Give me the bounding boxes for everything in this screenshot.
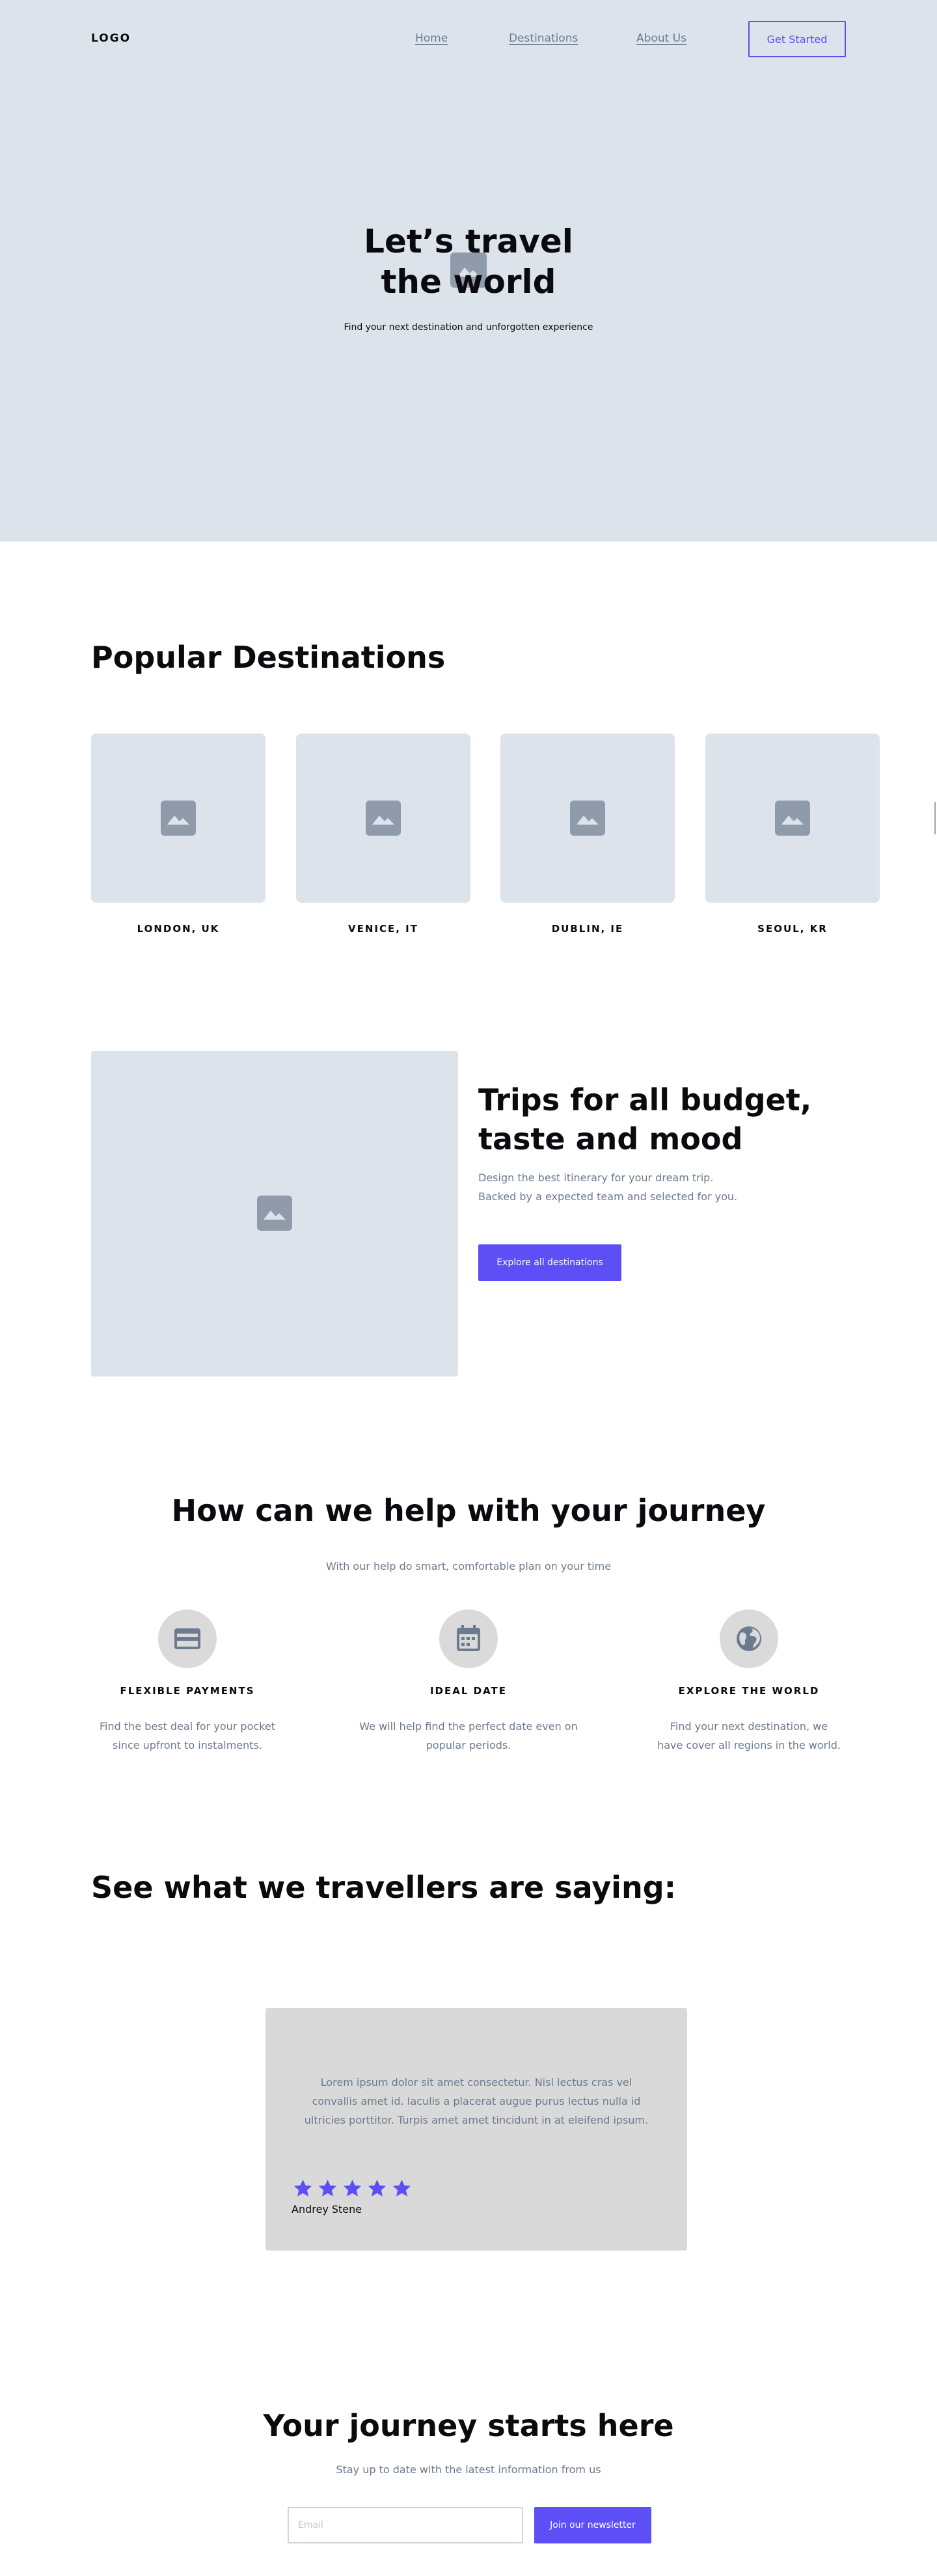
newsletter-title: Your journey starts here <box>263 2408 674 2443</box>
testimonial-quote: Lorem ipsum dolor sit amet consectetur. … <box>265 2073 687 2130</box>
testimonial-card: Lorem ipsum dolor sit amet consectetur. … <box>265 2008 687 2251</box>
trips-title-line: taste and mood <box>478 1121 743 1157</box>
trips-description-line: Design the best itinerary for your dream… <box>478 1172 714 1184</box>
destination-card-venice[interactable] <box>296 733 470 903</box>
hero-title-line: the world <box>381 263 556 301</box>
feature-description-line: since upfront to instalments. <box>113 1739 262 1751</box>
hero-section: LOGO Home Destinations About Us Get Star… <box>0 0 937 541</box>
feature-title: IDEAL DATE <box>429 1685 508 1697</box>
destination-card-dublin[interactable] <box>500 733 675 903</box>
star-icon <box>368 2179 387 2197</box>
feature-description: Find your next destination, we have cove… <box>625 1717 873 1755</box>
testimonials-title: See what we travellers are saying: <box>91 1870 677 1905</box>
destination-label[interactable]: LONDON, UK <box>91 923 265 935</box>
star-icon <box>343 2179 362 2197</box>
carousel-scroll-indicator[interactable] <box>934 802 937 834</box>
newsletter-subtitle: Stay up to date with the latest informat… <box>336 2463 601 2476</box>
feature-description-line: Find your next destination, we <box>670 1720 828 1733</box>
trips-title: Trips for all budget, taste and mood <box>478 1080 843 1158</box>
hero-title: Let’s travel the world <box>0 221 937 302</box>
star-icon <box>392 2179 411 2197</box>
destination-card-seoul[interactable] <box>705 733 880 903</box>
hero-title-line: Let’s travel <box>364 223 573 260</box>
explore-all-destinations-button[interactable]: Explore all destinations <box>478 1244 621 1281</box>
testimonial-quote-line: Lorem ipsum dolor sit amet consectetur. … <box>320 2076 632 2089</box>
globe-icon <box>720 1610 778 1668</box>
testimonial-author: Andrey Stene <box>292 2203 362 2215</box>
destination-card-london[interactable] <box>91 733 265 903</box>
image-placeholder-icon <box>257 1196 292 1231</box>
help-section-subtitle: With our help do smart, comfortable plan… <box>325 1560 612 1572</box>
logo[interactable]: LOGO <box>91 32 131 45</box>
join-newsletter-button[interactable]: Join our newsletter <box>534 2507 651 2543</box>
trips-description: Design the best itinerary for your dream… <box>478 1168 843 1206</box>
trips-description-line: Backed by a expected team and selected f… <box>478 1190 738 1203</box>
feature-description-line: have cover all regions in the world. <box>657 1739 841 1751</box>
image-placeholder-icon <box>570 801 605 836</box>
feature-description: Find the best deal for your pocket since… <box>64 1717 311 1755</box>
hero-subtitle: Find your next destination and unforgott… <box>344 322 593 333</box>
calendar-icon <box>439 1610 498 1668</box>
trips-title-line: Trips for all budget, <box>478 1082 812 1117</box>
help-section-title: How can we help with your journey <box>171 1493 766 1528</box>
nav-link-home[interactable]: Home <box>415 32 448 45</box>
feature-description: We will help find the perfect date even … <box>345 1717 592 1755</box>
destination-label[interactable]: VENICE, IT <box>296 923 470 935</box>
trips-image <box>91 1051 458 1377</box>
popular-destinations-title: Popular Destinations <box>91 640 446 675</box>
testimonial-quote-line: convallis amet id. Iaculis a placerat au… <box>312 2095 641 2107</box>
credit-card-icon <box>158 1610 217 1668</box>
nav-link-destinations[interactable]: Destinations <box>509 32 578 45</box>
star-rating <box>293 2178 412 2199</box>
star-icon <box>293 2179 312 2197</box>
star-icon <box>318 2179 337 2197</box>
get-started-button[interactable]: Get Started <box>748 21 846 57</box>
image-placeholder-icon <box>161 801 196 836</box>
image-placeholder-icon <box>775 801 810 836</box>
feature-description-line: popular periods. <box>426 1739 511 1751</box>
feature-title: FLEXIBLE PAYMENTS <box>120 1685 255 1697</box>
email-field[interactable] <box>288 2507 523 2543</box>
feature-title: EXPLORE THE WORLD <box>678 1685 820 1697</box>
testimonial-quote-line: ultricies porttitor. Turpis amet amet ti… <box>304 2114 649 2126</box>
nav-link-about-us[interactable]: About Us <box>636 32 686 45</box>
feature-description-line: Find the best deal for your pocket <box>100 1720 275 1733</box>
image-placeholder-icon <box>366 801 401 836</box>
feature-description-line: We will help find the perfect date even … <box>359 1720 578 1733</box>
destination-label[interactable]: DUBLIN, IE <box>500 923 675 935</box>
destination-label[interactable]: SEOUL, KR <box>705 923 880 935</box>
